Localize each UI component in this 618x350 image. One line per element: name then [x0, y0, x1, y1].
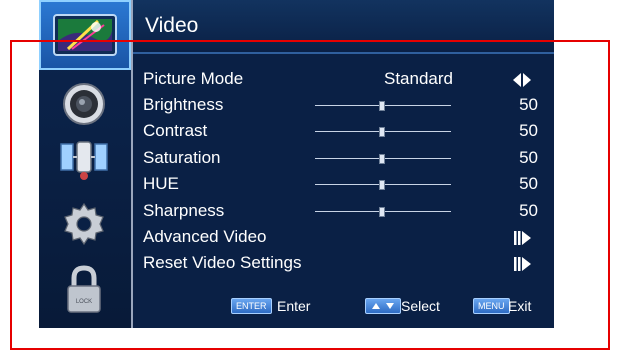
menu-item-saturation[interactable]: Saturation 50	[143, 145, 538, 171]
tv-osd-menu: LOCK Video Picture Mode Standard Brightn…	[39, 0, 554, 328]
key-hint-footer: ENTER Enter Select MENU Exit	[133, 290, 554, 322]
picture-mode-label: Picture Mode	[143, 69, 244, 88]
menu-item-picture-mode[interactable]: Picture Mode Standard	[143, 66, 538, 92]
satellite-icon	[60, 141, 108, 180]
picture-icon	[53, 14, 117, 56]
enter-key-chip: ENTER	[231, 298, 272, 314]
menu-item-brightness[interactable]: Brightness 50	[143, 92, 538, 118]
speaker-icon	[63, 83, 105, 125]
contrast-label: Contrast	[143, 121, 208, 140]
up-down-arrow-icon	[372, 303, 394, 309]
sidebar-item-lock[interactable]: LOCK	[47, 262, 121, 318]
saturation-value: 50	[519, 148, 538, 167]
menu-item-contrast[interactable]: Contrast 50	[143, 118, 538, 144]
menu-key-chip: MENU	[473, 298, 510, 314]
hue-label: HUE	[143, 174, 179, 193]
hue-slider[interactable]	[315, 180, 451, 190]
sharpness-slider[interactable]	[315, 207, 451, 217]
lock-emblem-text: LOCK	[76, 299, 92, 305]
brightness-slider[interactable]	[315, 101, 451, 111]
title-bar: Video	[133, 0, 554, 54]
menu-item-sharpness[interactable]: Sharpness 50	[143, 198, 538, 224]
brightness-value: 50	[519, 95, 538, 114]
slider-thumb[interactable]	[379, 180, 385, 190]
sharpness-label: Sharpness	[143, 201, 225, 220]
sidebar-item-channel[interactable]	[47, 130, 121, 186]
page-title: Video	[145, 14, 199, 37]
advanced-video-label: Advanced Video	[143, 227, 267, 246]
picture-mode-value: Standard	[384, 69, 453, 88]
left-right-arrow-icon[interactable]	[512, 72, 532, 88]
saturation-slider[interactable]	[315, 154, 451, 164]
contrast-slider[interactable]	[315, 127, 451, 137]
exit-hint-label: Exit	[508, 298, 532, 314]
settings-gear-icon	[64, 202, 104, 246]
submenu-arrow-icon[interactable]	[512, 230, 532, 246]
slider-thumb[interactable]	[379, 101, 385, 111]
sidebar-item-sound[interactable]	[47, 76, 121, 132]
lock-icon: LOCK	[67, 265, 101, 313]
menu-item-hue[interactable]: HUE 50	[143, 171, 538, 197]
saturation-label: Saturation	[143, 148, 221, 167]
enter-hint-label: Enter	[277, 298, 311, 314]
up-down-key-chip	[365, 298, 401, 314]
hue-value: 50	[519, 174, 538, 193]
menu-item-reset-video[interactable]: Reset Video Settings	[143, 250, 538, 276]
brightness-label: Brightness	[143, 95, 224, 114]
sidebar-item-picture[interactable]	[39, 0, 131, 70]
contrast-value: 50	[519, 121, 538, 140]
sidebar-item-setup[interactable]	[47, 196, 121, 252]
sharpness-value: 50	[519, 201, 538, 220]
slider-thumb[interactable]	[379, 154, 385, 164]
submenu-arrow-icon[interactable]	[512, 256, 532, 272]
reset-video-label: Reset Video Settings	[143, 253, 302, 272]
slider-thumb[interactable]	[379, 127, 385, 137]
slider-thumb[interactable]	[379, 207, 385, 217]
select-hint-label: Select	[401, 298, 440, 314]
menu-item-advanced-video[interactable]: Advanced Video	[143, 224, 538, 250]
category-sidebar: LOCK	[39, 0, 133, 328]
